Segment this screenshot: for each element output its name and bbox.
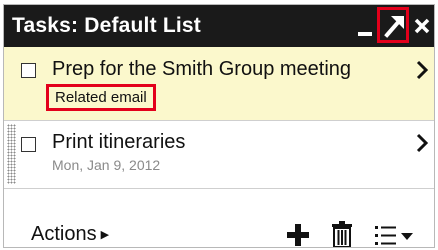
plus-icon[interactable] <box>286 223 310 247</box>
actions-menu[interactable]: Actions ▶ <box>31 223 109 246</box>
close-button[interactable] <box>411 5 433 47</box>
chevron-right-icon[interactable] <box>414 59 430 81</box>
task-row[interactable]: Print itineraries Mon, Jan 9, 2012 <box>4 121 434 189</box>
tasks-widget: Tasks: Default List Prep for the Smith G… <box>3 4 435 248</box>
task-title[interactable]: Prep for the Smith Group meeting <box>52 58 351 81</box>
window-title: Tasks: Default List <box>12 14 201 37</box>
minimize-icon <box>358 32 372 36</box>
related-email-link[interactable]: Related email <box>46 84 156 111</box>
minimize-button[interactable] <box>352 5 378 47</box>
task-due-date: Mon, Jan 9, 2012 <box>52 157 161 173</box>
chevron-right-icon[interactable] <box>414 132 430 154</box>
list-menu-icon[interactable] <box>374 223 416 247</box>
triangle-right-icon: ▶ <box>100 229 110 241</box>
popout-arrow-icon <box>384 16 404 38</box>
task-checkbox[interactable] <box>21 63 36 78</box>
task-row[interactable]: Prep for the Smith Group meeting Related… <box>4 47 434 121</box>
task-footer: Actions ▶ <box>4 189 434 247</box>
close-icon <box>414 18 430 34</box>
drag-handle-icon[interactable] <box>7 124 16 184</box>
title-bar: Tasks: Default List <box>4 5 434 47</box>
task-title[interactable]: Print itineraries <box>52 131 185 154</box>
trash-icon[interactable] <box>330 220 354 248</box>
task-checkbox[interactable] <box>21 137 36 152</box>
actions-label: Actions <box>31 223 97 245</box>
popout-button[interactable] <box>377 7 409 43</box>
